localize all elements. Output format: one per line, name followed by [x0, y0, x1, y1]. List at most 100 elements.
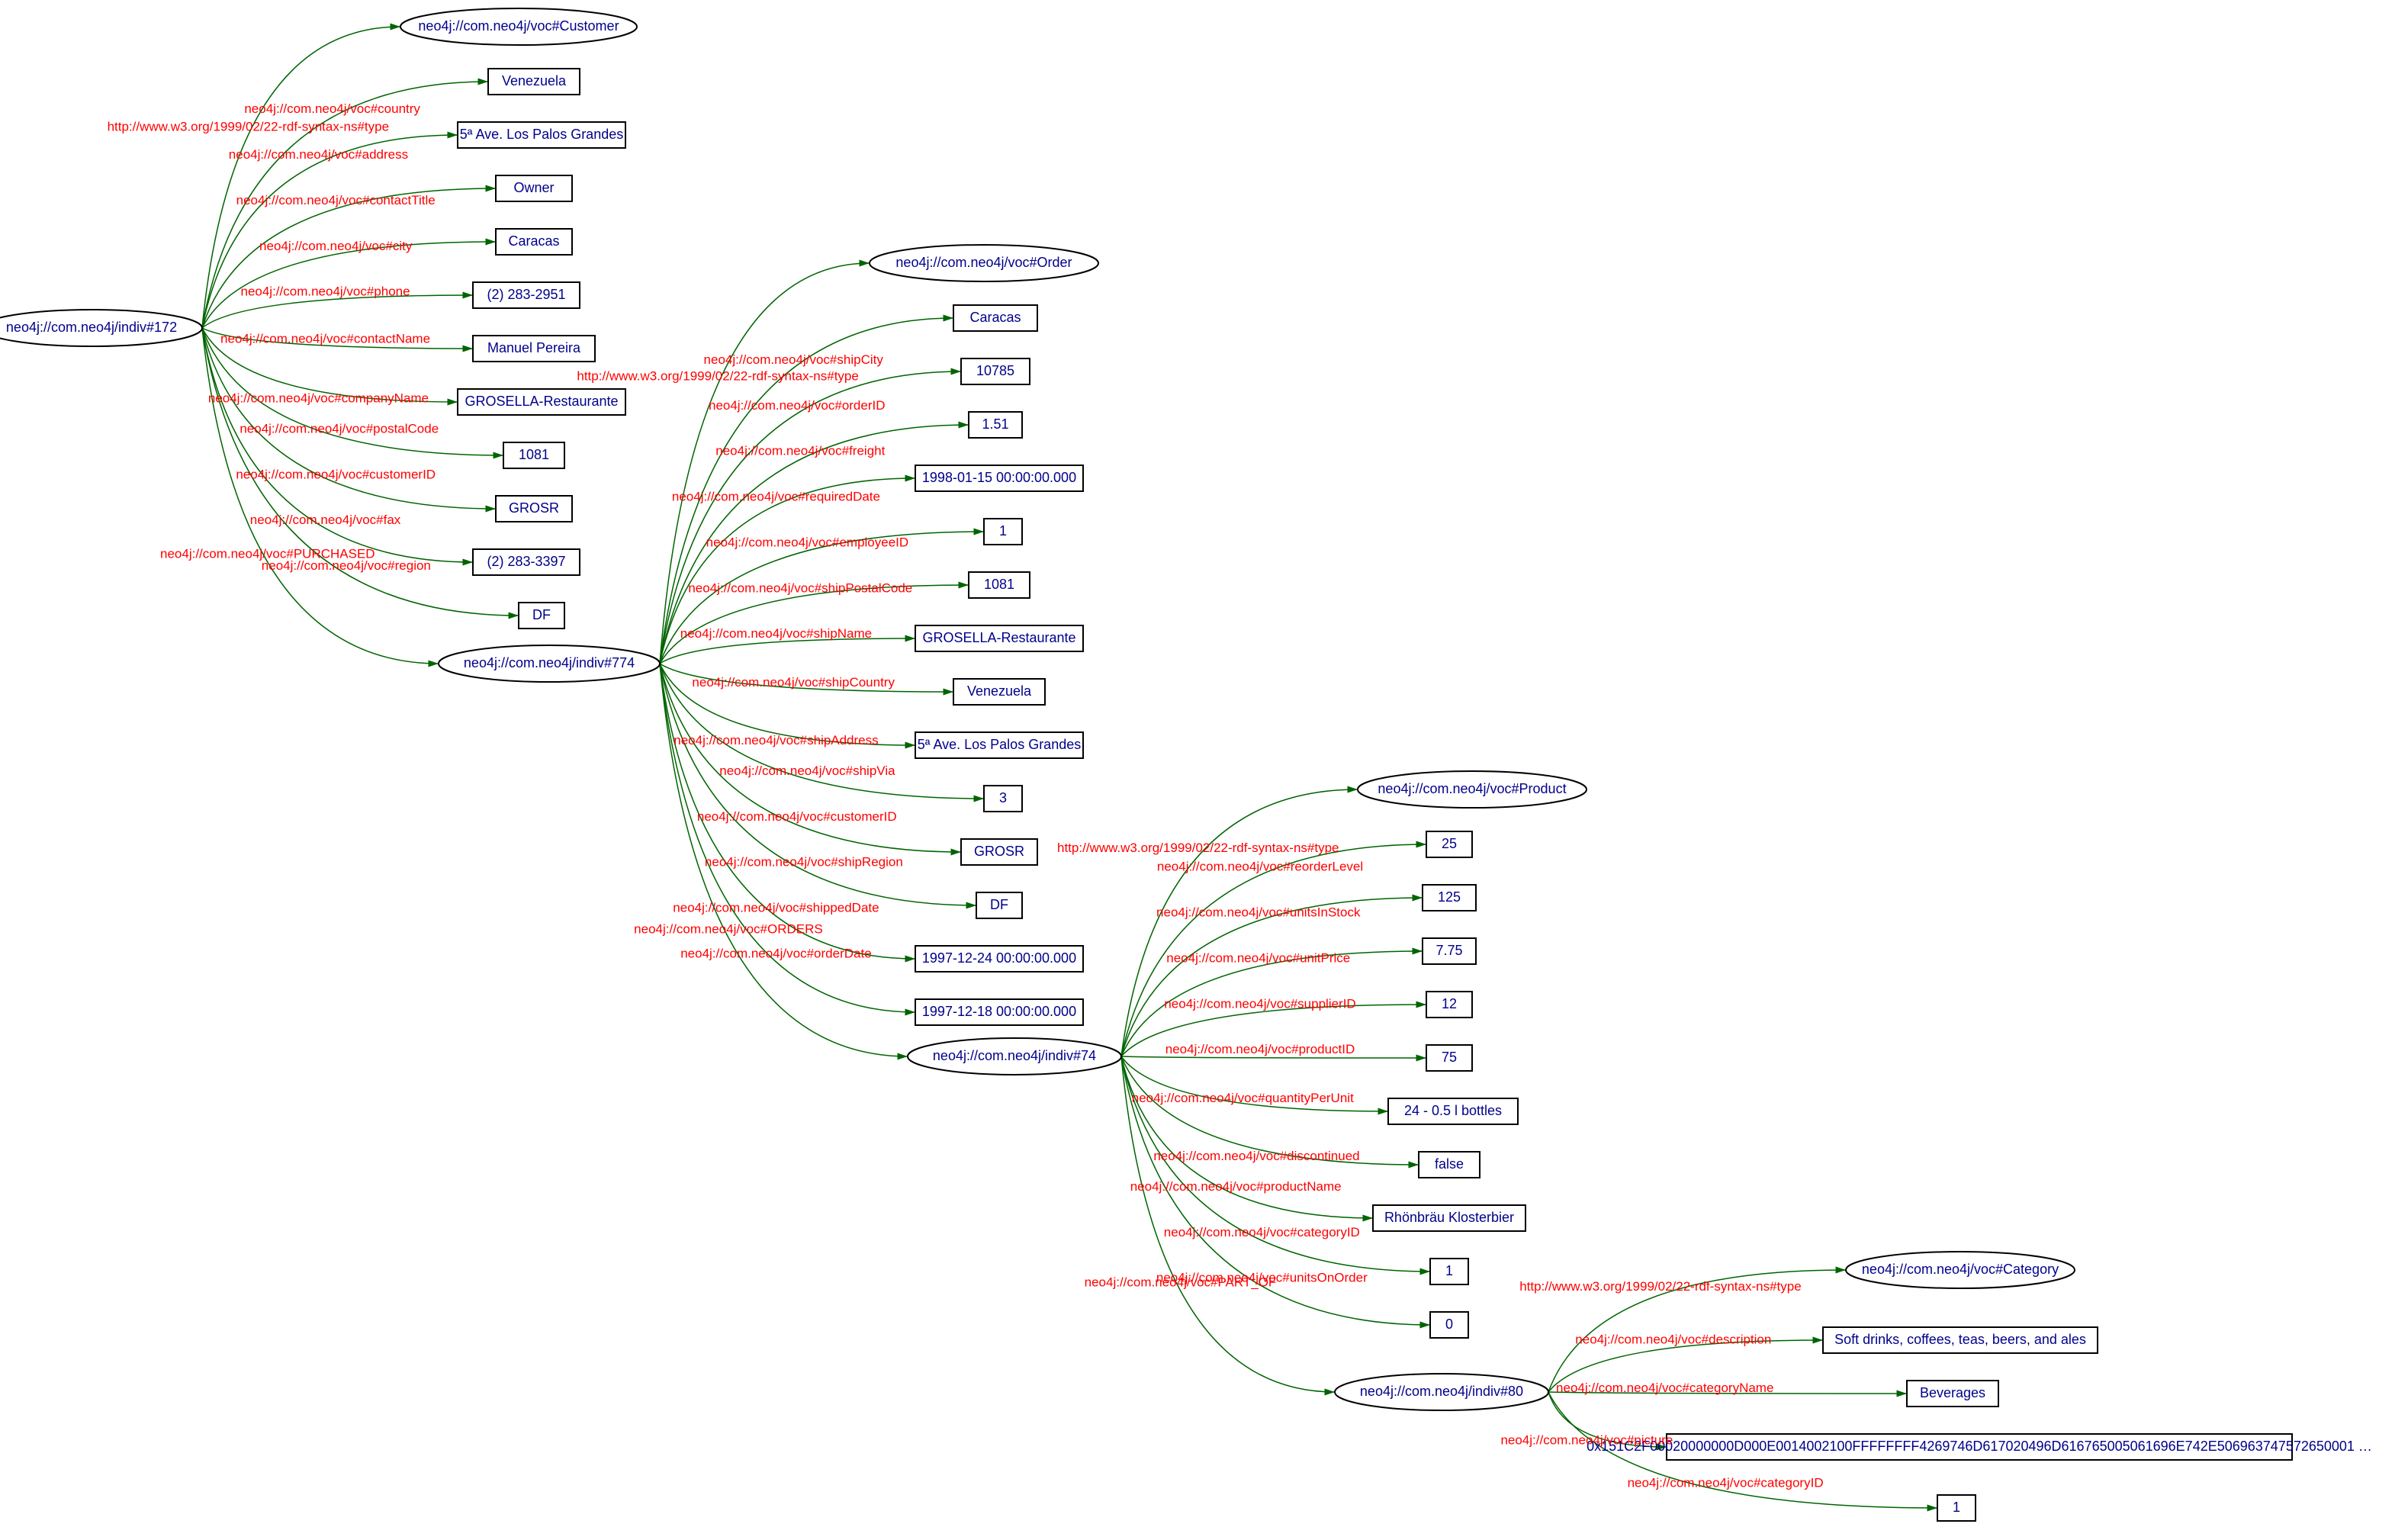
edge-label-customer-c_city: neo4j://com.neo4j/voc#city	[259, 239, 413, 253]
node-o_shipCtry[interactable]: Venezuela	[953, 679, 1045, 705]
node-label-o_reqDate: 1998-01-15 00:00:00.000	[922, 470, 1076, 485]
edge-customer-c_phone[interactable]	[202, 295, 473, 328]
node-vocOrder[interactable]: neo4j://com.neo4j/voc#Order	[870, 245, 1098, 281]
node-label-c_title: Owner	[513, 180, 554, 195]
node-label-c_city: Caracas	[508, 233, 559, 249]
node-label-p_suppID: 12	[1442, 996, 1457, 1011]
edge-label-product-p_suppID: neo4j://com.neo4j/voc#supplierID	[1164, 996, 1355, 1011]
node-label-vocProduct: neo4j://com.neo4j/voc#Product	[1378, 781, 1566, 796]
node-label-o_shipped: 1997-12-24 00:00:00.000	[922, 950, 1076, 966]
edge-product-vocProduct[interactable]	[1121, 789, 1358, 1056]
edge-product-p_prodID[interactable]	[1121, 1056, 1426, 1058]
node-p_price[interactable]: 7.75	[1423, 938, 1476, 964]
node-label-c_address: 5ª Ave. Los Palos Grandes	[460, 127, 623, 142]
node-p_reorder[interactable]: 25	[1426, 831, 1472, 857]
node-label-o_shipAddr: 5ª Ave. Los Palos Grandes	[918, 737, 1081, 752]
node-o_shipAddr[interactable]: 5ª Ave. Los Palos Grandes	[915, 732, 1083, 758]
edge-label-order-o_shipCtry: neo4j://com.neo4j/voc#shipCountry	[692, 675, 895, 690]
node-c_address[interactable]: 5ª Ave. Los Palos Grandes	[458, 122, 625, 148]
node-c_title[interactable]: Owner	[496, 175, 572, 201]
node-cat_desc[interactable]: Soft drinks, coffees, teas, beers, and a…	[1823, 1327, 2098, 1353]
node-label-order: neo4j://com.neo4j/indiv#774	[464, 655, 635, 670]
node-o_shipName[interactable]: GROSELLA-Restaurante	[915, 625, 1083, 651]
node-o_empID[interactable]: 1	[984, 519, 1022, 545]
edge-label-product-p_prodID: neo4j://com.neo4j/voc#productID	[1165, 1042, 1355, 1056]
node-cat_pic[interactable]: 0x151C2F00020000000D000E0014002100FFFFFF…	[1587, 1434, 2372, 1460]
node-label-customer: neo4j://com.neo4j/indiv#172	[6, 320, 177, 335]
node-label-product: neo4j://com.neo4j/indiv#74	[933, 1048, 1096, 1063]
node-c_fax[interactable]: (2) 283-3397	[473, 549, 580, 575]
node-c_country[interactable]: Venezuela	[488, 69, 580, 95]
edge-customer-vocCustomer[interactable]	[202, 27, 400, 328]
edge-label-order-o_shipName: neo4j://com.neo4j/voc#shipName	[680, 626, 872, 641]
node-cat_name[interactable]: Beverages	[1907, 1381, 1998, 1407]
node-p_catID_1[interactable]: 1	[1430, 1259, 1468, 1284]
node-c_region[interactable]: DF	[519, 603, 564, 629]
node-label-o_custID: GROSR	[974, 844, 1024, 859]
node-o_shipped[interactable]: 1997-12-24 00:00:00.000	[915, 946, 1083, 972]
edge-product-p_stock[interactable]	[1121, 898, 1423, 1056]
edge-label-order-o_orderID: neo4j://com.neo4j/voc#orderID	[709, 398, 886, 413]
node-c_postal[interactable]: 1081	[503, 442, 564, 468]
node-customer[interactable]: neo4j://com.neo4j/indiv#172	[0, 310, 202, 346]
node-label-p_stock: 125	[1438, 889, 1461, 905]
node-p_stock[interactable]: 125	[1423, 885, 1476, 911]
node-category[interactable]: neo4j://com.neo4j/indiv#80	[1335, 1374, 1548, 1410]
node-label-p_prodID: 75	[1442, 1050, 1457, 1065]
node-label-cat_desc: Soft drinks, coffees, teas, beers, and a…	[1834, 1332, 2086, 1347]
edge-label-product-p_qpu: neo4j://com.neo4j/voc#quantityPerUnit	[1132, 1091, 1354, 1105]
edge-label-order-o_shipCity: neo4j://com.neo4j/voc#shipCity	[704, 352, 884, 367]
edge-label-order-o_shipReg: neo4j://com.neo4j/voc#shipRegion	[705, 855, 903, 870]
edge-label-category-cat_desc: neo4j://com.neo4j/voc#description	[1575, 1332, 1771, 1346]
edge-label-category-cat_id: neo4j://com.neo4j/voc#categoryID	[1628, 1476, 1824, 1490]
edge-label-product-vocProduct: http://www.w3.org/1999/02/22-rdf-syntax-…	[1057, 841, 1339, 855]
node-p_disc[interactable]: false	[1419, 1152, 1480, 1178]
edge-label-customer-c_title: neo4j://com.neo4j/voc#contactTitle	[236, 193, 436, 207]
node-o_shipReg[interactable]: DF	[976, 892, 1022, 918]
edge-label-product-p_name: neo4j://com.neo4j/voc#productName	[1130, 1179, 1342, 1194]
node-label-c_country: Venezuela	[502, 73, 567, 88]
edge-customer-c_title[interactable]	[202, 188, 496, 328]
node-vocCustomer[interactable]: neo4j://com.neo4j/voc#Customer	[400, 8, 637, 45]
node-p_uoo[interactable]: 0	[1430, 1312, 1468, 1338]
node-p_name[interactable]: Rhönbräu Klosterbier	[1373, 1205, 1525, 1231]
node-o_orderID[interactable]: 10785	[961, 358, 1030, 384]
node-cat_id[interactable]: 1	[1937, 1495, 1976, 1521]
node-label-o_shipCtry: Venezuela	[967, 683, 1032, 699]
node-label-o_shipReg: DF	[990, 897, 1008, 912]
node-o_ordDate[interactable]: 1997-12-18 00:00:00.000	[915, 999, 1083, 1025]
node-o_custID[interactable]: GROSR	[961, 839, 1037, 865]
edge-customer-order[interactable]	[202, 328, 439, 664]
edge-label-product-p_catID_1: neo4j://com.neo4j/voc#categoryID	[1164, 1225, 1360, 1239]
edge-label-product-p_reorder: neo4j://com.neo4j/voc#reorderLevel	[1157, 860, 1363, 874]
node-product[interactable]: neo4j://com.neo4j/indiv#74	[908, 1038, 1121, 1075]
node-order[interactable]: neo4j://com.neo4j/indiv#774	[439, 645, 660, 682]
node-o_reqDate[interactable]: 1998-01-15 00:00:00.000	[915, 465, 1083, 491]
edge-product-p_name[interactable]	[1121, 1056, 1373, 1218]
node-o_shipCity[interactable]: Caracas	[953, 305, 1037, 331]
node-p_prodID[interactable]: 75	[1426, 1045, 1472, 1071]
node-label-vocCustomer: neo4j://com.neo4j/voc#Customer	[418, 18, 619, 34]
node-c_cname[interactable]: Manuel Pereira	[473, 336, 595, 362]
node-label-p_catID_1: 1	[1445, 1263, 1453, 1278]
node-label-vocOrder: neo4j://com.neo4j/voc#Order	[895, 255, 1072, 270]
node-label-p_uoo: 0	[1445, 1317, 1453, 1332]
node-c_company[interactable]: GROSELLA-Restaurante	[458, 389, 625, 415]
node-o_shipPC[interactable]: 1081	[969, 572, 1030, 598]
edge-order-o_shipName[interactable]	[660, 638, 915, 664]
node-p_qpu[interactable]: 24 - 0.5 l bottles	[1388, 1098, 1518, 1124]
node-c_custid[interactable]: GROSR	[496, 496, 572, 522]
node-vocCategory[interactable]: neo4j://com.neo4j/voc#Category	[1846, 1252, 2075, 1288]
node-o_freight[interactable]: 1.51	[969, 412, 1022, 438]
node-p_suppID[interactable]: 12	[1426, 992, 1472, 1018]
node-label-o_shipPC: 1081	[984, 577, 1014, 592]
node-label-p_disc: false	[1435, 1156, 1464, 1172]
node-vocProduct[interactable]: neo4j://com.neo4j/voc#Product	[1358, 771, 1587, 808]
edge-label-customer-c_phone: neo4j://com.neo4j/voc#phone	[240, 285, 410, 299]
edge-label-product-p_disc: neo4j://com.neo4j/voc#discontinued	[1153, 1149, 1359, 1163]
node-c_city[interactable]: Caracas	[496, 229, 572, 255]
node-label-o_shipCity: Caracas	[969, 310, 1021, 325]
edge-customer-c_custid[interactable]	[202, 328, 496, 509]
node-o_shipVia[interactable]: 3	[984, 786, 1022, 812]
node-c_phone[interactable]: (2) 283-2951	[473, 282, 580, 308]
